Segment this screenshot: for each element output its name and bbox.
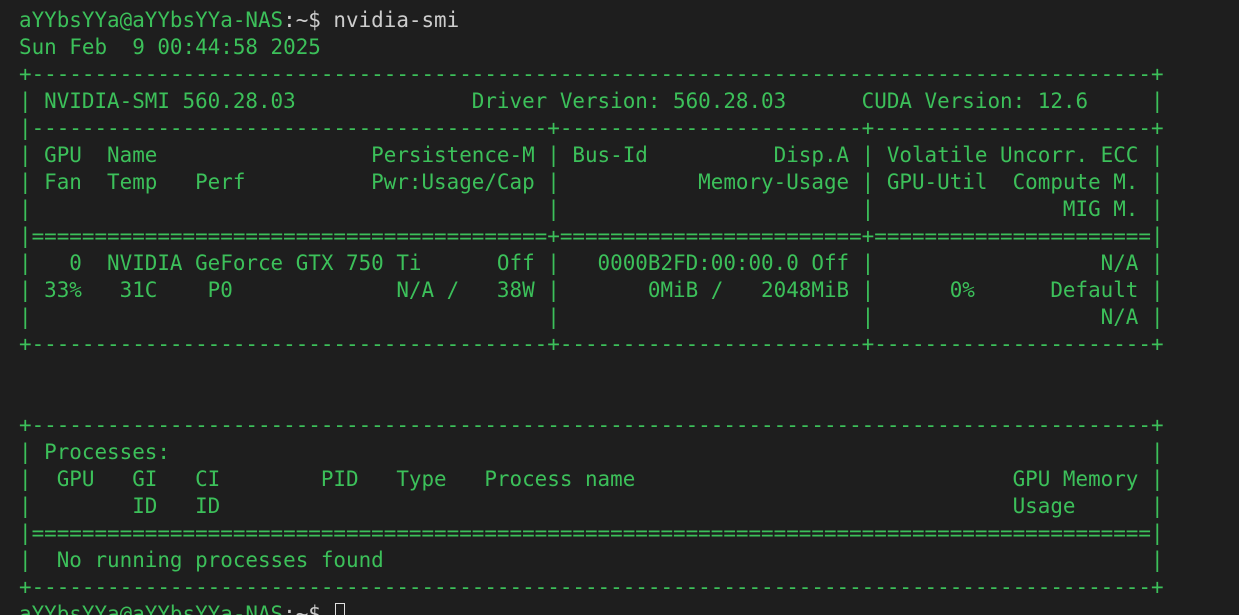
processes-header-1-text: | GPU GI CI PID Type Process name GPU Me…: [19, 467, 1164, 491]
text-cursor[interactable]: [335, 603, 346, 615]
final-prompt-line[interactable]: aYYbsYYa@aYYbsYYa-NAS:~$: [19, 601, 1164, 615]
processes-top-border: +---------------------------------------…: [19, 412, 1164, 439]
line-top-border-prev: +---------------------------------------…: [19, 0, 1164, 7]
gpu-table-bottom-border: +---------------------------------------…: [19, 331, 1164, 358]
processes-header-1: | GPU GI CI PID Type Process name GPU Me…: [19, 466, 1164, 493]
version-line: | NVIDIA-SMI 560.28.03 Driver Version: 5…: [19, 88, 1164, 115]
processes-top-border-text: +---------------------------------------…: [19, 413, 1164, 437]
column-header-2-text: | Fan Temp Perf Pwr:Usage/Cap | Memory-U…: [19, 170, 1164, 194]
no-processes-message-text: | No running processes found |: [19, 548, 1164, 572]
processes-title-text: | Processes: |: [19, 440, 1164, 464]
timestamp-line-text: Sun Feb 9 00:44:58 2025: [19, 35, 321, 59]
gpu-row-2-text: | 33% 31C P0 N/A / 38W | 0MiB / 2048MiB …: [19, 278, 1164, 302]
column-header-1: | GPU Name Persistence-M | Bus-Id Disp.A…: [19, 142, 1164, 169]
gpu-row-3-text: | | | N/A |: [19, 305, 1164, 329]
prompt-line-command-text: :~$ nvidia-smi: [283, 8, 460, 32]
column-header-2: | Fan Temp Perf Pwr:Usage/Cap | Memory-U…: [19, 169, 1164, 196]
header-top-border: +---------------------------------------…: [19, 61, 1164, 88]
timestamp-line: Sun Feb 9 00:44:58 2025: [19, 34, 1164, 61]
processes-bottom-border: +---------------------------------------…: [19, 574, 1164, 601]
processes-title: | Processes: |: [19, 439, 1164, 466]
header-double-sep: |=======================================…: [19, 223, 1164, 250]
no-processes-message: | No running processes found |: [19, 547, 1164, 574]
terminal-output[interactable]: +---------------------------------------…: [19, 0, 1164, 615]
line-top-border-prev-text: +---------------------------------------…: [19, 0, 1164, 5]
gpu-row-1: | 0 NVIDIA GeForce GTX 750 Ti Off | 0000…: [19, 250, 1164, 277]
header-sep-1-text: |---------------------------------------…: [19, 116, 1164, 140]
blank-line-1-text: [19, 359, 32, 383]
processes-double-sep-text: |=======================================…: [19, 521, 1164, 545]
blank-line-2: [19, 385, 1164, 412]
column-header-1-text: | GPU Name Persistence-M | Bus-Id Disp.A…: [19, 143, 1164, 167]
prompt-path: :~$: [283, 602, 334, 615]
header-top-border-text: +---------------------------------------…: [19, 62, 1164, 86]
header-sep-1: |---------------------------------------…: [19, 115, 1164, 142]
prompt-user-host: aYYbsYYa@aYYbsYYa-NAS: [19, 602, 284, 615]
gpu-row-3: | | | N/A |: [19, 304, 1164, 331]
gpu-row-1-text: | 0 NVIDIA GeForce GTX 750 Ti Off | 0000…: [19, 251, 1164, 275]
header-double-sep-text: |=======================================…: [19, 224, 1164, 248]
column-header-3-text: | | | MIG M. |: [19, 197, 1164, 221]
blank-line-2-text: [19, 386, 32, 410]
column-header-3: | | | MIG M. |: [19, 196, 1164, 223]
processes-header-2: | ID ID Usage |: [19, 493, 1164, 520]
version-line-text: | NVIDIA-SMI 560.28.03 Driver Version: 5…: [19, 89, 1164, 113]
gpu-row-2: | 33% 31C P0 N/A / 38W | 0MiB / 2048MiB …: [19, 277, 1164, 304]
gpu-table-bottom-border-text: +---------------------------------------…: [19, 332, 1164, 356]
blank-line-1: [19, 358, 1164, 385]
prompt-line-command-text: aYYbsYYa@aYYbsYYa-NAS: [19, 8, 284, 32]
processes-header-2-text: | ID ID Usage |: [19, 494, 1164, 518]
prompt-line-command: aYYbsYYa@aYYbsYYa-NAS:~$ nvidia-smi: [19, 7, 1164, 34]
processes-double-sep: |=======================================…: [19, 520, 1164, 547]
processes-bottom-border-text: +---------------------------------------…: [19, 575, 1164, 599]
